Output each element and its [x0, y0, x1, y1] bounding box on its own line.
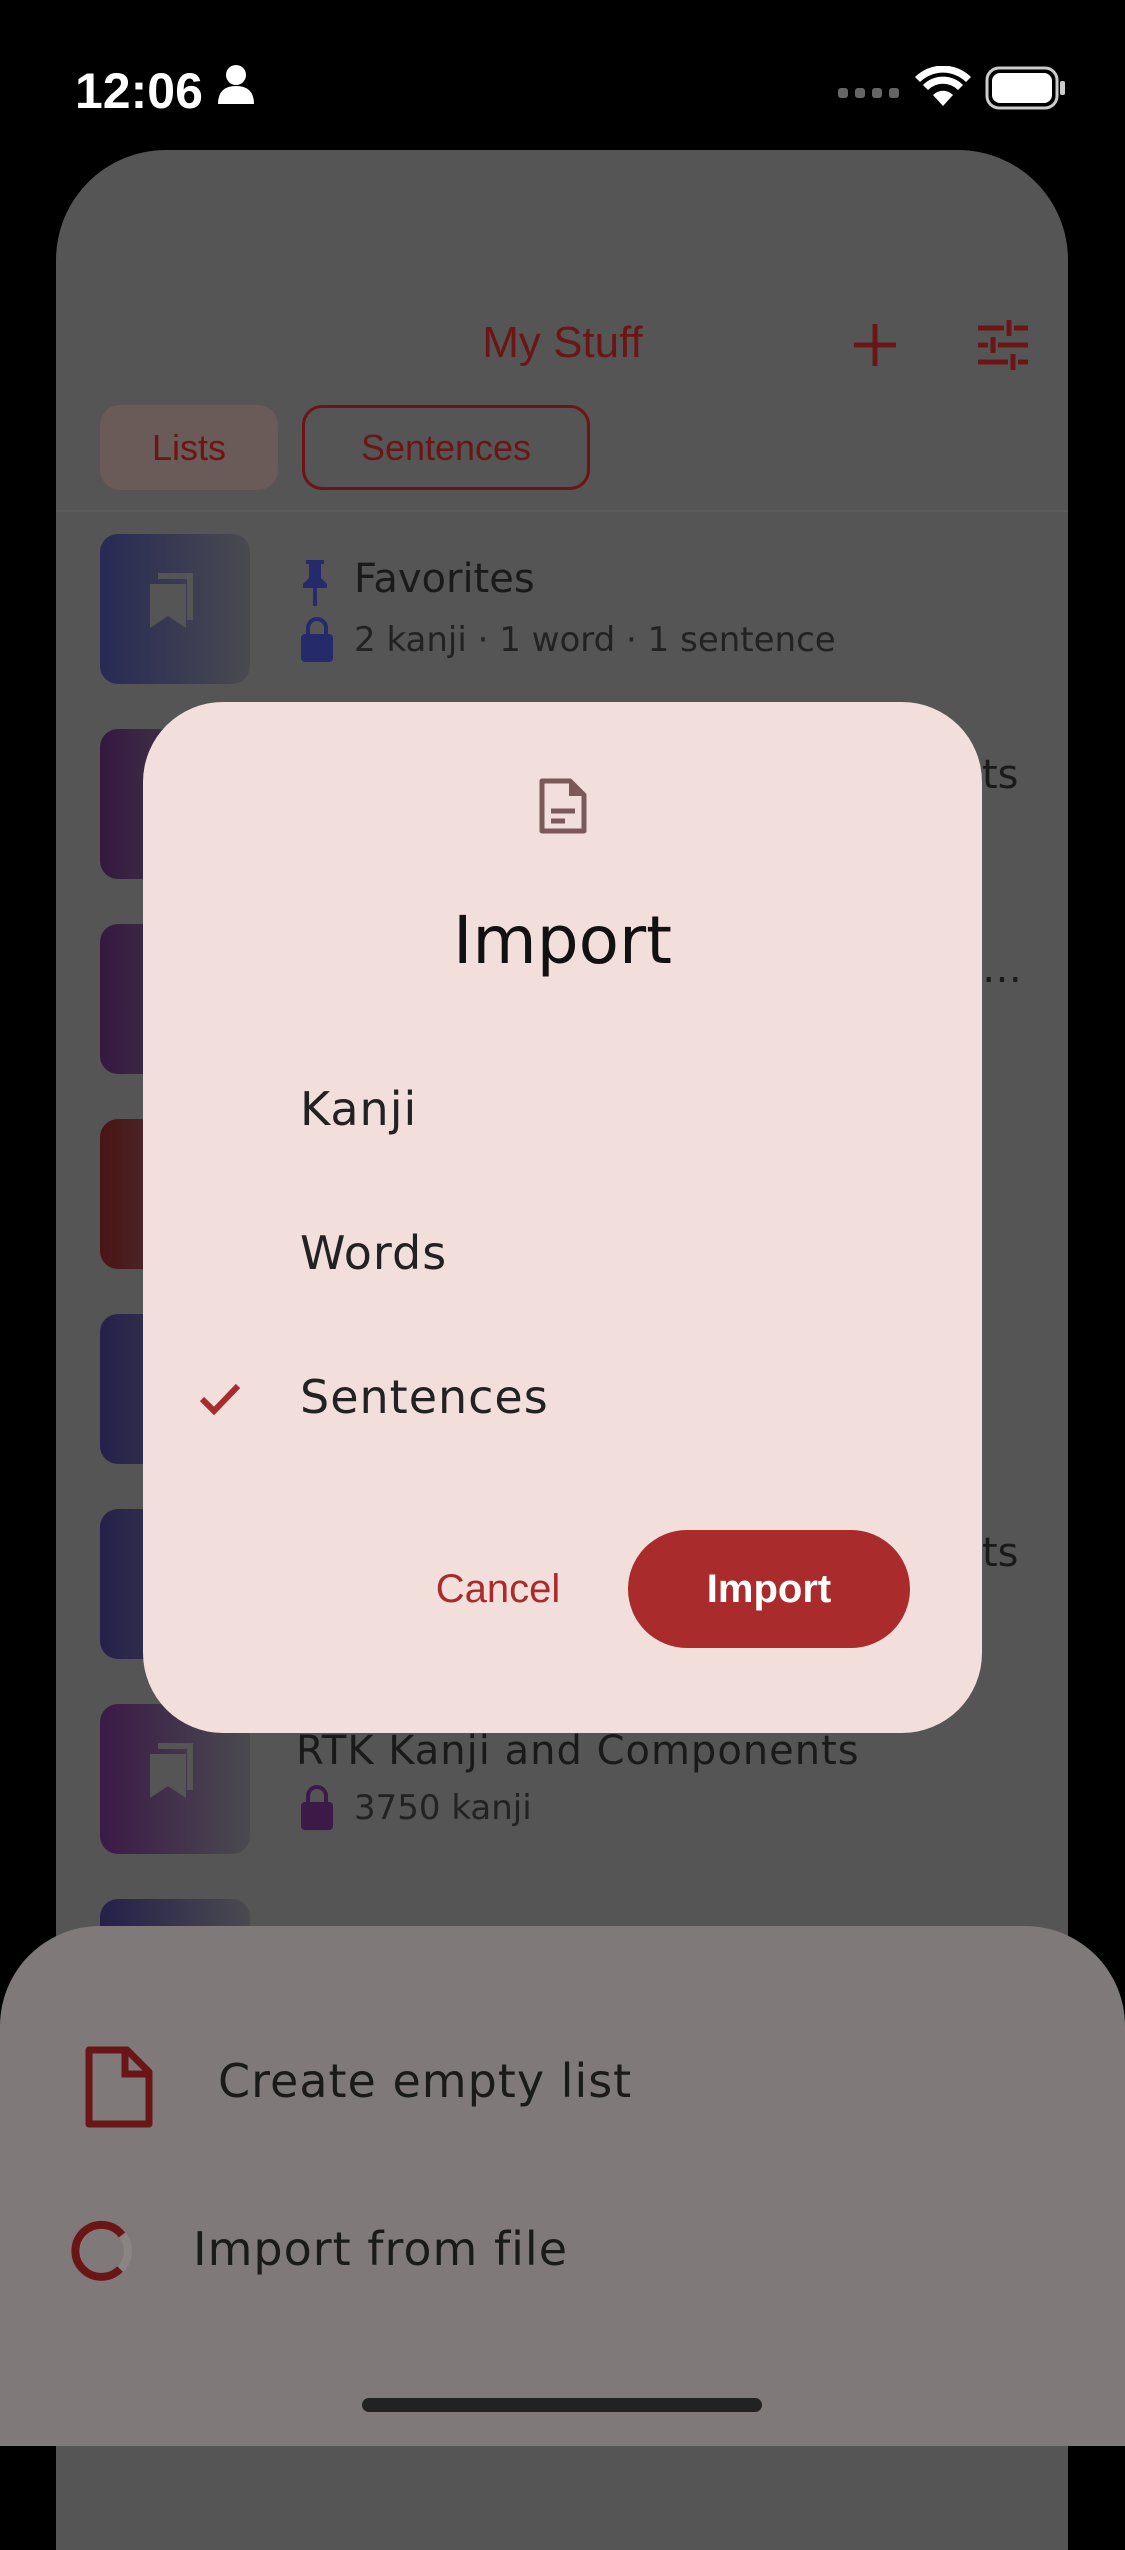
import-from-file-item[interactable]: Import from file: [193, 2222, 568, 2276]
list-item-title-fragment: ts: [982, 1530, 1019, 1576]
list-item-title-fragment: ts: [982, 752, 1019, 798]
tab-sentences[interactable]: Sentences: [302, 405, 590, 490]
option-kanji[interactable]: Kanji: [300, 1082, 417, 1136]
pin-icon: [303, 560, 327, 606]
list-item-title[interactable]: RTK Kanji and Components: [296, 1728, 860, 1774]
add-icon[interactable]: [852, 322, 898, 368]
cancel-button[interactable]: Cancel: [423, 1530, 573, 1648]
bookmarks-icon: [150, 573, 193, 628]
home-indicator: [362, 2398, 762, 2412]
import-dialog: Import Kanji Words Sentences Cancel Impo…: [143, 702, 982, 1733]
divider: [56, 510, 1068, 512]
lock-icon: [301, 617, 333, 662]
list-item-title[interactable]: Favorites: [354, 556, 535, 602]
signal-icon: [838, 88, 899, 98]
person-icon: [218, 65, 254, 104]
option-sentences[interactable]: Sentences: [300, 1370, 549, 1424]
loading-spinner-icon: [71, 2220, 132, 2281]
wifi-icon: [915, 66, 971, 106]
list-item-title-fragment: …: [982, 946, 1022, 992]
checkmark-icon: [199, 1383, 241, 1416]
import-button[interactable]: Import: [628, 1530, 910, 1648]
list-item-subtitle: 2 kanji · 1 word · 1 sentence: [354, 620, 836, 660]
file-icon: [85, 2046, 153, 2128]
tab-lists[interactable]: Lists: [100, 405, 278, 490]
bottom-sheet: Create empty list Import from file: [0, 1926, 1125, 2446]
document-icon: [539, 778, 587, 834]
dialog-title: Import: [452, 902, 673, 979]
status-time: 12:06: [75, 63, 203, 119]
battery-icon: [985, 66, 1065, 110]
list-item-subtitle: 3750 kanji: [354, 1788, 532, 1828]
create-empty-list-item[interactable]: Create empty list: [218, 2054, 632, 2108]
filter-sliders-icon[interactable]: [978, 320, 1028, 370]
page-title: My Stuff: [482, 318, 643, 367]
lock-icon: [301, 1785, 333, 1830]
list-item-icon[interactable]: [100, 534, 250, 684]
option-words[interactable]: Words: [300, 1226, 447, 1280]
